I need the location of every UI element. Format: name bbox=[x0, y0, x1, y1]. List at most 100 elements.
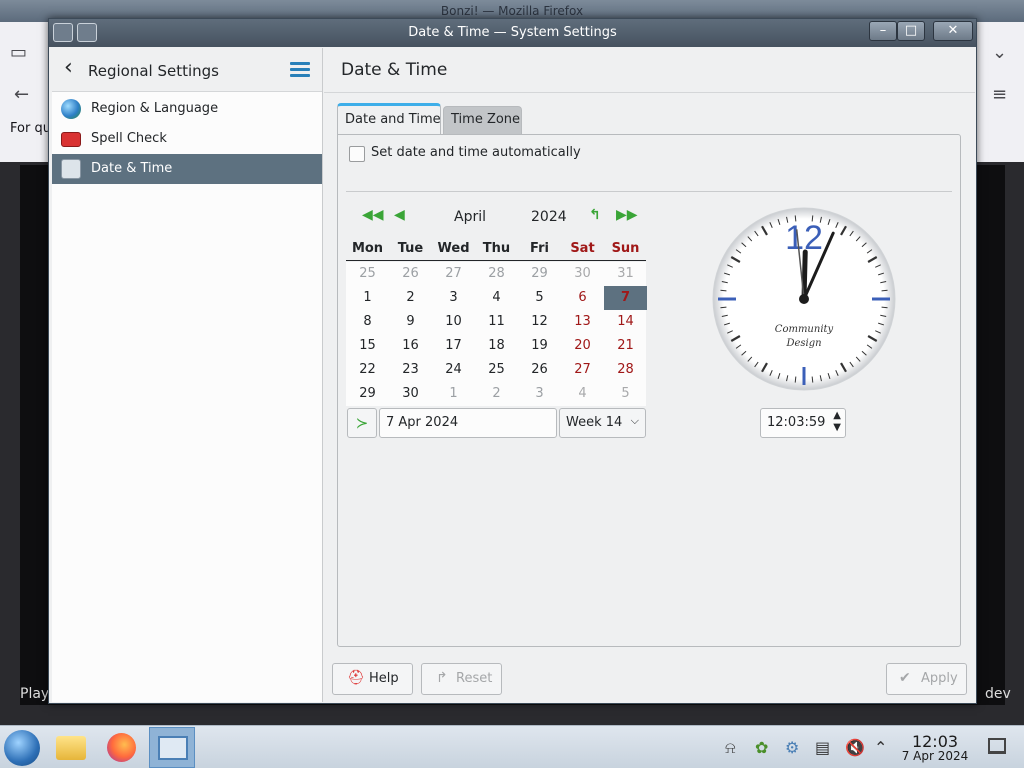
calendar-day[interactable]: 3 bbox=[432, 286, 475, 310]
background-bottom-left-text: Play bbox=[20, 686, 50, 702]
sidebar-item-spell-check[interactable]: Spell Check bbox=[52, 124, 322, 154]
calendar-day[interactable]: 2 bbox=[389, 286, 432, 310]
help-button[interactable]: ⛑ Help bbox=[332, 663, 413, 695]
calendar-day[interactable]: 2 bbox=[475, 382, 518, 406]
calendar-day[interactable]: 16 bbox=[389, 334, 432, 358]
weekday-header-sun: Sun bbox=[611, 241, 640, 256]
sidebar-title[interactable]: Regional Settings bbox=[88, 62, 219, 80]
sidebar-item-date-time[interactable]: Date & Time bbox=[52, 154, 322, 184]
sidebar-item-label: Date & Time bbox=[91, 161, 173, 176]
calendar-day[interactable]: 5 bbox=[604, 382, 647, 406]
notifications-icon[interactable]: ⍾ bbox=[725, 738, 736, 758]
back-arrow-icon[interactable]: ‹ bbox=[64, 57, 73, 79]
date-input[interactable]: 7 Apr 2024 bbox=[379, 408, 557, 438]
firefox-task[interactable] bbox=[98, 727, 144, 768]
taskbar-clock-date[interactable]: 7 Apr 2024 bbox=[895, 749, 975, 763]
show-desktop-icon[interactable] bbox=[988, 738, 1006, 754]
calendar-day[interactable]: 12 bbox=[518, 310, 561, 334]
back-icon[interactable]: ← bbox=[14, 84, 29, 105]
chevron-down-icon[interactable]: ⌄ bbox=[992, 42, 1007, 63]
calendar-day[interactable]: 25 bbox=[475, 358, 518, 382]
reset-button[interactable]: ↱ Reset bbox=[421, 663, 502, 695]
reset-icon: ↱ bbox=[436, 670, 448, 686]
sidebar-item-region-language[interactable]: Region & Language bbox=[52, 94, 322, 124]
tab-date-and-time[interactable]: Date and Time bbox=[337, 103, 441, 135]
calendar-day[interactable]: 1 bbox=[432, 382, 475, 406]
calendar-day[interactable]: 21 bbox=[604, 334, 647, 358]
calendar-day[interactable]: 4 bbox=[561, 382, 604, 406]
weekday-header-tue: Tue bbox=[397, 241, 424, 256]
calendar-day[interactable]: 25 bbox=[346, 262, 389, 286]
calendar-day[interactable]: 1 bbox=[346, 286, 389, 310]
calendar-day[interactable]: 17 bbox=[432, 334, 475, 358]
auto-datetime-label[interactable]: Set date and time automatically bbox=[371, 145, 581, 160]
calendar-month[interactable]: April bbox=[454, 209, 486, 225]
clock-minute-tick bbox=[881, 306, 888, 309]
spin-arrows-icon[interactable]: ▲ ▼ bbox=[833, 410, 841, 434]
minimize-button[interactable]: – bbox=[869, 21, 897, 41]
hamburger-icon[interactable]: ≡ bbox=[992, 84, 1007, 105]
taskbar: ⍾ ✿ ⚙ ▤ 🔇 ⌃ 12:03 7 Apr 2024 bbox=[0, 725, 1024, 768]
close-button[interactable]: ✕ bbox=[933, 21, 973, 41]
calendar-day[interactable]: 10 bbox=[432, 310, 475, 334]
calendar-day[interactable]: 9 bbox=[389, 310, 432, 334]
time-spinbox[interactable]: 12:03:59 ▲ ▼ bbox=[760, 408, 846, 438]
maximize-button[interactable]: □ bbox=[897, 21, 925, 41]
calendar-day[interactable]: 26 bbox=[518, 358, 561, 382]
updates-icon[interactable]: ✿ bbox=[755, 738, 768, 757]
calendar-day[interactable]: 5 bbox=[518, 286, 561, 310]
calendar-day[interactable]: 29 bbox=[518, 262, 561, 286]
chevron-up-icon[interactable]: ⌃ bbox=[874, 738, 887, 757]
hamburger-menu-icon[interactable] bbox=[290, 62, 310, 78]
calendar-day[interactable]: 28 bbox=[475, 262, 518, 286]
calendar-day[interactable]: 29 bbox=[346, 382, 389, 406]
calendar-day[interactable]: 20 bbox=[561, 334, 604, 358]
start-menu-button[interactable] bbox=[4, 730, 40, 766]
calendar-year[interactable]: 2024 bbox=[531, 209, 567, 225]
clock-brand-line1: Community bbox=[775, 324, 834, 335]
divider bbox=[346, 191, 952, 192]
calendar-day[interactable]: 11 bbox=[475, 310, 518, 334]
calendar-day[interactable]: 26 bbox=[389, 262, 432, 286]
sidebar-item-label: Region & Language bbox=[91, 101, 219, 116]
calendar-day[interactable]: 22 bbox=[346, 358, 389, 382]
go-to-today-button[interactable]: ≻ bbox=[347, 408, 377, 438]
calendar-day[interactable]: 24 bbox=[432, 358, 475, 382]
clipboard-icon[interactable]: ▤ bbox=[815, 738, 830, 757]
calendar-day[interactable]: 23 bbox=[389, 358, 432, 382]
calendar-day[interactable]: 27 bbox=[432, 262, 475, 286]
calendar-day[interactable]: 8 bbox=[346, 310, 389, 334]
calendar-day[interactable]: 19 bbox=[518, 334, 561, 358]
system-settings-task[interactable] bbox=[149, 727, 195, 768]
calendar-day[interactable]: 7 bbox=[604, 286, 647, 310]
calendar-day[interactable]: 27 bbox=[561, 358, 604, 382]
apply-button[interactable]: ✔ Apply bbox=[886, 663, 967, 695]
tab-time-zone[interactable]: Time Zone bbox=[443, 106, 522, 135]
window-titlebar[interactable]: Date & Time — System Settings – □ ✕ bbox=[49, 19, 976, 47]
next-year-icon[interactable]: ▶▶ bbox=[616, 207, 638, 223]
previous-month-icon[interactable]: ◀ bbox=[394, 207, 405, 223]
calendar-day[interactable]: 4 bbox=[475, 286, 518, 310]
calendar-day[interactable]: 13 bbox=[561, 310, 604, 334]
calendar-day[interactable]: 6 bbox=[561, 286, 604, 310]
spellcheck-icon bbox=[61, 132, 81, 147]
volume-muted-icon[interactable]: 🔇 bbox=[845, 738, 865, 757]
file-manager-task[interactable] bbox=[48, 727, 94, 768]
week-select-value: Week 14 bbox=[566, 415, 623, 430]
calendar-day[interactable]: 15 bbox=[346, 334, 389, 358]
calendar-day[interactable]: 30 bbox=[389, 382, 432, 406]
calendar-day[interactable]: 31 bbox=[604, 262, 647, 286]
sidebar-header: ‹ Regional Settings bbox=[52, 48, 322, 92]
content-area: Date & Time Date and Time Time Zone Set … bbox=[324, 48, 975, 702]
week-select[interactable]: Week 14 ⌵ bbox=[559, 408, 646, 438]
calendar-day[interactable]: 18 bbox=[475, 334, 518, 358]
previous-year-icon[interactable]: ◀◀ bbox=[362, 207, 384, 223]
auto-datetime-checkbox[interactable] bbox=[349, 146, 365, 162]
calendar-day[interactable]: 3 bbox=[518, 382, 561, 406]
calendar-day[interactable]: 28 bbox=[604, 358, 647, 382]
network-icon[interactable]: ⚙ bbox=[785, 738, 799, 757]
tab-list-icon[interactable]: ▭ bbox=[10, 42, 27, 63]
calendar-day[interactable]: 30 bbox=[561, 262, 604, 286]
calendar-day[interactable]: 14 bbox=[604, 310, 647, 334]
next-month-icon[interactable]: ↰ bbox=[589, 207, 601, 223]
